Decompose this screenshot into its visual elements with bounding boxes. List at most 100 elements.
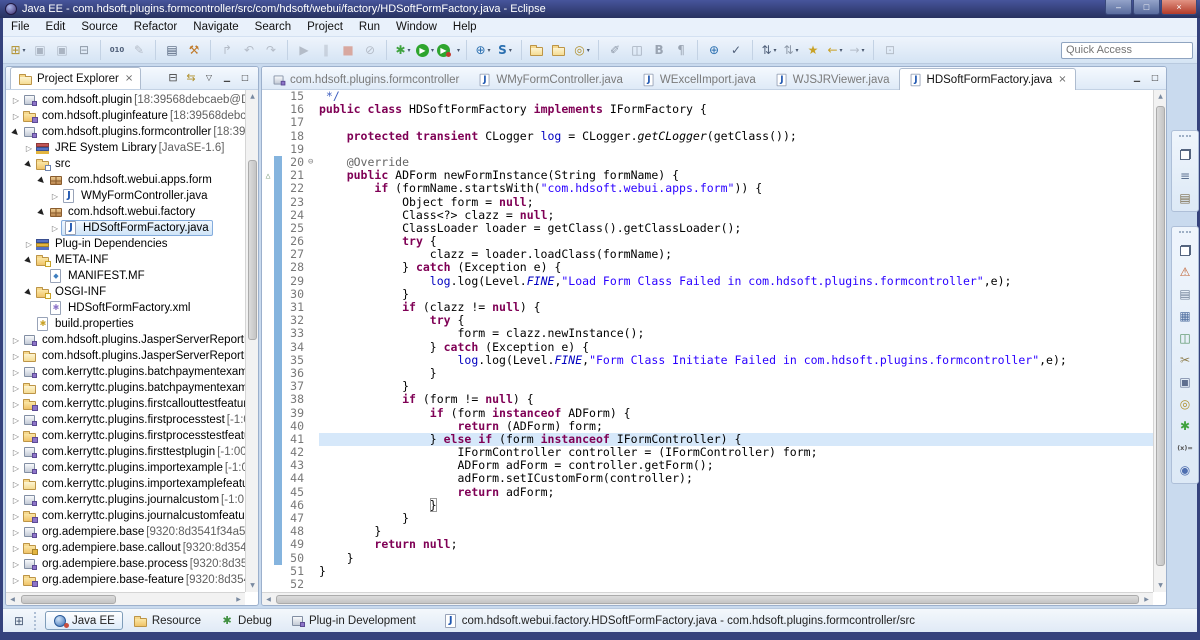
editor-tab[interactable]: WJSJRViewer.java	[765, 68, 899, 90]
folding-ruler[interactable]	[308, 196, 319, 209]
validate-button[interactable]: ✓	[726, 40, 746, 61]
annotation-ruler[interactable]	[262, 367, 274, 380]
folding-ruler[interactable]	[308, 143, 319, 156]
coverage-button[interactable]: ▶▾	[437, 40, 460, 61]
annotation-ruler[interactable]	[262, 156, 274, 169]
menu-file[interactable]: File	[3, 18, 38, 36]
tree-item[interactable]: HDSoftFormFactory.xml	[6, 300, 245, 316]
folding-ruler[interactable]	[308, 486, 319, 499]
external-tools-button[interactable]: ⚒	[184, 40, 204, 61]
tree-item[interactable]: ▷com.hdsoft.pluginfeature [18:39568debca	[6, 108, 245, 124]
menu-project[interactable]: Project	[299, 18, 351, 36]
tree-item[interactable]: ▷WMyFormController.java	[6, 188, 245, 204]
run-button[interactable]: ▶▾	[415, 40, 435, 61]
tree-collapsed-arrow-icon[interactable]: ▷	[49, 224, 61, 233]
folding-ruler[interactable]	[308, 248, 319, 261]
code-line[interactable]: 18 protected transient CLogger log = CLo…	[262, 130, 1153, 143]
tree-collapsed-arrow-icon[interactable]: ▷	[10, 368, 22, 377]
tree-item[interactable]: ▷org.adempiere.base.callout [9320:8d3541…	[6, 540, 245, 556]
annotation-ruler[interactable]	[262, 116, 274, 129]
minimize-window-button[interactable]: –	[1105, 0, 1132, 15]
tree-collapsed-arrow-icon[interactable]: ▷	[10, 496, 22, 505]
next-annotation-button[interactable]: ⇅▾	[781, 40, 801, 61]
servers-button[interactable]: ▦	[1172, 305, 1198, 327]
annotation-ruler[interactable]	[262, 327, 274, 340]
tree-item[interactable]: ▷com.kerryttc.plugins.firstprocesstestfe…	[6, 428, 245, 444]
code-line[interactable]: 49 return null;	[262, 538, 1153, 551]
tree-collapsed-arrow-icon[interactable]: ▷	[10, 576, 22, 585]
scrollbar-thumb[interactable]	[21, 595, 116, 604]
tree-item[interactable]: ▷com.kerryttc.plugins.journalcustomfeatu	[6, 508, 245, 524]
code-line[interactable]: 50 }	[262, 552, 1153, 565]
code-line[interactable]: 52	[262, 578, 1153, 591]
annotation-ruler[interactable]	[262, 248, 274, 261]
minimize-editor-button[interactable]: ▁	[1128, 69, 1146, 86]
folding-ruler[interactable]	[308, 341, 319, 354]
annotation-ruler[interactable]	[262, 407, 274, 420]
annotation-ruler[interactable]	[262, 209, 274, 222]
tree-item[interactable]: ▶com.hdsoft.webui.factory	[6, 204, 245, 220]
annotation-ruler[interactable]	[262, 314, 274, 327]
annotation-ruler[interactable]	[262, 538, 274, 551]
folding-ruler[interactable]	[308, 288, 319, 301]
annotation-ruler[interactable]	[262, 90, 274, 103]
menu-edit[interactable]: Edit	[38, 18, 74, 36]
folding-ruler[interactable]	[308, 459, 319, 472]
annotation-ruler[interactable]	[262, 341, 274, 354]
tree-item[interactable]: ▶com.hdsoft.webui.apps.form	[6, 172, 245, 188]
tree-horizontal-scrollbar[interactable]: ◀ ▶	[6, 592, 245, 605]
drag-handle[interactable]	[1179, 231, 1191, 237]
annotation-ruler[interactable]	[262, 552, 274, 565]
quick-access-input[interactable]	[1061, 42, 1193, 59]
scroll-right-icon[interactable]: ▶	[1140, 593, 1153, 606]
annotation-ruler[interactable]: △	[262, 169, 274, 182]
tree-collapsed-arrow-icon[interactable]: ▷	[10, 480, 22, 489]
menu-help[interactable]: Help	[445, 18, 485, 36]
tree-collapsed-arrow-icon[interactable]: ▷	[10, 448, 22, 457]
annotation-ruler[interactable]	[262, 222, 274, 235]
folding-ruler[interactable]	[308, 552, 319, 565]
tree-item[interactable]: ▷com.kerryttc.plugins.firstprocesstest […	[6, 412, 245, 428]
annotation-ruler[interactable]	[262, 235, 274, 248]
folding-ruler[interactable]	[308, 472, 319, 485]
tree-item[interactable]: ▷com.kerryttc.plugins.firstcallouttestfe…	[6, 396, 245, 412]
annotation-ruler[interactable]	[262, 420, 274, 433]
perspective-debug[interactable]: Debug	[211, 611, 280, 630]
browser-button[interactable]: ⊕	[704, 40, 724, 61]
tree-collapsed-arrow-icon[interactable]: ▷	[10, 96, 22, 105]
minimize-view-button[interactable]: ▁	[218, 69, 236, 86]
tree-collapsed-arrow-icon[interactable]: ▷	[10, 560, 22, 569]
editor-tab[interactable]: WMyFormController.java	[468, 68, 632, 90]
close-tab-icon[interactable]: ×	[1058, 74, 1066, 85]
tree-collapsed-arrow-icon[interactable]: ▷	[10, 432, 22, 441]
console-button[interactable]: ▣	[1172, 371, 1198, 393]
scroll-down-icon[interactable]: ▼	[246, 579, 259, 592]
perspective-java-ee[interactable]: Java EE	[45, 611, 123, 630]
folding-ruler[interactable]	[308, 354, 319, 367]
tree-collapsed-arrow-icon[interactable]: ▷	[23, 240, 35, 249]
annotation-ruler[interactable]	[262, 565, 274, 578]
tree-collapsed-arrow-icon[interactable]: ▷	[10, 416, 22, 425]
folding-ruler[interactable]	[308, 314, 319, 327]
editor-tab[interactable]: WExcelImport.java	[632, 68, 765, 90]
folding-ruler[interactable]: ⊖	[308, 156, 319, 169]
export-button[interactable]	[550, 40, 570, 61]
tree-collapsed-arrow-icon[interactable]: ▷	[10, 384, 22, 393]
tree-item[interactable]: ▷Plug-in Dependencies	[6, 236, 245, 252]
scroll-up-icon[interactable]: ▲	[246, 90, 259, 103]
tree-item[interactable]: MANIFEST.MF	[6, 268, 245, 284]
annotation-ruler[interactable]	[262, 525, 274, 538]
tree-item[interactable]: ▷com.kerryttc.plugins.importexample [-1:…	[6, 460, 245, 476]
folding-ruler[interactable]	[308, 565, 319, 578]
annotation-ruler[interactable]	[262, 446, 274, 459]
open-perspective-button[interactable]: ⊞	[8, 611, 30, 630]
expressions-button[interactable]: (x)=	[1172, 437, 1198, 459]
close-view-icon[interactable]: ×	[125, 73, 133, 84]
collapse-all-button[interactable]: ⊟	[164, 69, 182, 86]
sort-button[interactable]: ⇅▾	[759, 40, 779, 61]
tree-item[interactable]: ▶OSGI-INF	[6, 284, 245, 300]
folding-ruler[interactable]	[308, 499, 319, 512]
annotate-button[interactable]: ✐	[605, 40, 625, 61]
folding-ruler[interactable]	[308, 209, 319, 222]
folding-ruler[interactable]	[308, 367, 319, 380]
